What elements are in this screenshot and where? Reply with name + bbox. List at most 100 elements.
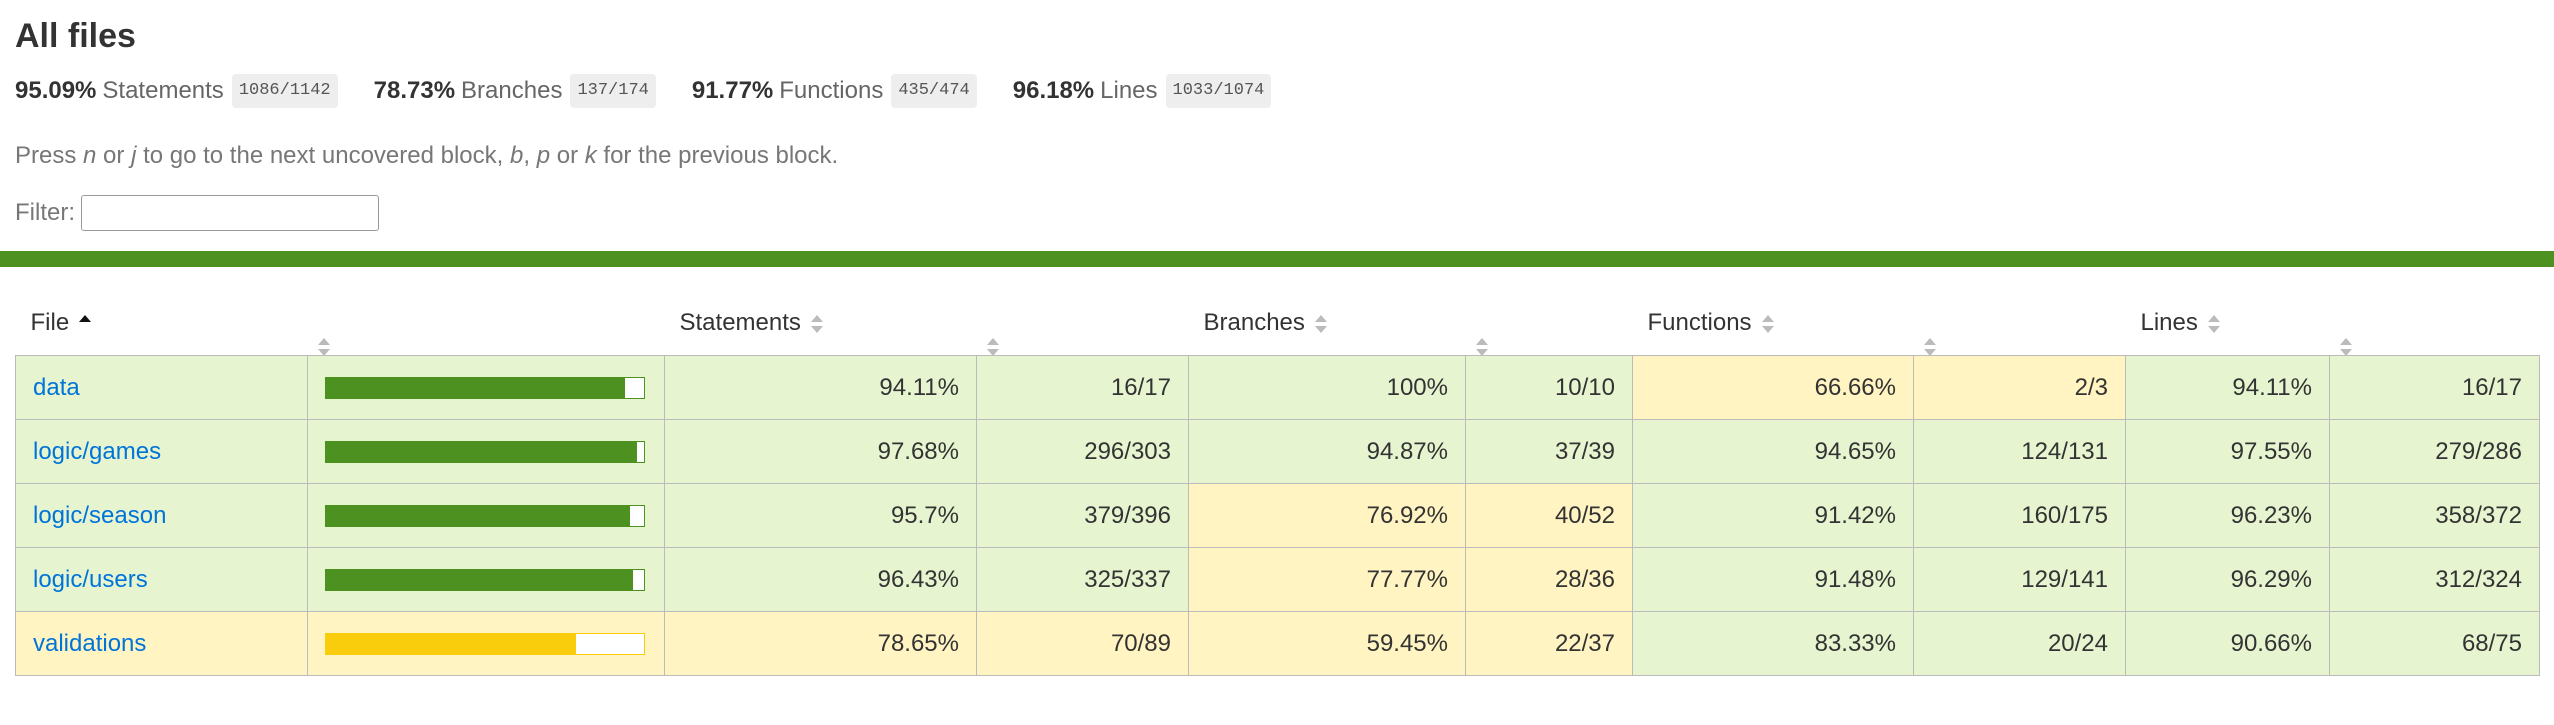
sort-icon — [2207, 314, 2220, 333]
coverage-bar — [325, 568, 645, 591]
summary-pct: 91.77% — [691, 77, 774, 104]
sort-icon — [1314, 314, 1327, 333]
functions-fraction-cell: 129/141 — [1913, 547, 2126, 612]
statements-column-header[interactable]: Statements — [665, 291, 977, 356]
branches-fraction-cell: 37/39 — [1465, 419, 1633, 484]
sort-icon — [1475, 337, 1488, 356]
sort-icon — [810, 314, 823, 333]
lines-pct-cell: 94.11% — [2125, 355, 2330, 420]
coverage-bar-fill — [326, 633, 577, 654]
header-label: Statements — [679, 309, 801, 336]
header-label: Lines — [2140, 309, 2198, 336]
file-link[interactable]: data — [33, 374, 80, 401]
branches-fraction-cell: 22/37 — [1465, 611, 1633, 676]
branches-fraction-cell: 10/10 — [1465, 355, 1633, 420]
hint-key: p — [536, 142, 551, 169]
statements-fraction-cell: 379/396 — [976, 483, 1189, 548]
sort-icon — [986, 337, 999, 356]
statements-fraction-cell: 296/303 — [976, 419, 1189, 484]
functions-pct-cell: 91.42% — [1632, 483, 1914, 548]
coverage-bar-cell — [307, 355, 665, 420]
file-column-header[interactable]: File — [16, 291, 308, 356]
hint-key: n — [83, 142, 97, 169]
branches-column-header[interactable]: Branches — [1189, 291, 1466, 356]
table-row: logic/games 97.68% 296/303 94.87% 37/39 94.65… — [15, 419, 2540, 484]
file-link[interactable]: validations — [33, 630, 146, 657]
coverage-bar-column-header[interactable] — [308, 291, 665, 356]
sort-icon — [317, 337, 330, 356]
statements-fraction-cell: 325/337 — [976, 547, 1189, 612]
coverage-bar — [325, 504, 645, 527]
functions-fraction-column-header[interactable] — [1914, 291, 2126, 356]
sort-icon — [1923, 337, 1936, 356]
functions-column-header[interactable]: Functions — [1633, 291, 1914, 356]
functions-fraction-cell: 160/175 — [1913, 483, 2126, 548]
file-link[interactable]: logic/users — [33, 566, 148, 593]
hint-text: for the previous block. — [596, 142, 839, 169]
lines-fraction-column-header[interactable] — [2330, 291, 2540, 356]
lines-fraction-cell: 279/286 — [2329, 419, 2540, 484]
hint-text: to go to the next uncovered block, — [136, 142, 510, 169]
lines-column-header[interactable]: Lines — [2126, 291, 2330, 356]
coverage-bar-fill — [326, 569, 633, 590]
table-row: data 94.11% 16/17 100% 10/10 66.66% 2/3 94.11% 1… — [15, 355, 2540, 420]
page-title: All files — [15, 17, 136, 55]
table-row: logic/season 95.7% 379/396 76.92% 40/52 91.42… — [15, 483, 2540, 548]
statements-pct-cell: 95.7% — [664, 483, 977, 548]
statements-pct-cell: 78.65% — [664, 611, 977, 676]
table-row: validations 78.65% 70/89 59.45% 22/37 83.33% 2… — [15, 611, 2540, 676]
file-link[interactable]: logic/games — [33, 438, 161, 465]
sort-icon — [1761, 314, 1774, 333]
summary-label: Statements — [102, 77, 224, 104]
summary-label: Functions — [779, 77, 884, 104]
functions-fraction-cell: 2/3 — [1913, 355, 2126, 420]
branches-pct-cell: 59.45% — [1188, 611, 1466, 676]
sort-ascending-icon — [79, 314, 92, 333]
file-cell: validations — [15, 611, 308, 676]
summary-fraction: 435/474 — [891, 74, 977, 108]
functions-pct-cell: 91.48% — [1632, 547, 1914, 612]
file-cell: logic/games — [15, 419, 308, 484]
hint-key: b — [509, 142, 524, 169]
summary-label: Branches — [461, 77, 563, 104]
coverage-bar-cell — [307, 547, 665, 612]
filter-label: Filter: — [15, 199, 75, 226]
summary-pct: 78.73% — [373, 77, 456, 104]
branches-fraction-column-header[interactable] — [1466, 291, 1633, 356]
coverage-table: File Statements Branches Functions Lines… — [15, 291, 2540, 676]
functions-pct-cell: 83.33% — [1632, 611, 1914, 676]
coverage-bar-cell — [307, 483, 665, 548]
hint-text: or — [96, 142, 132, 169]
coverage-bar-cell — [307, 611, 665, 676]
branches-fraction-cell: 40/52 — [1465, 483, 1633, 548]
filter-row: Filter: — [15, 194, 2539, 232]
lines-fraction-cell: 68/75 — [2329, 611, 2540, 676]
coverage-bar-fill — [326, 505, 631, 526]
hint-key: k — [584, 142, 597, 169]
statements-pct-cell: 97.68% — [664, 419, 977, 484]
lines-pct-cell: 96.29% — [2125, 547, 2330, 612]
branches-pct-cell: 100% — [1188, 355, 1466, 420]
statements-fraction-column-header[interactable] — [977, 291, 1189, 356]
lines-fraction-cell: 312/324 — [2329, 547, 2540, 612]
summary-branches: 78.73% Branches 137/174 — [374, 74, 656, 108]
lines-fraction-cell: 358/372 — [2329, 483, 2540, 548]
branches-pct-cell: 76.92% — [1188, 483, 1466, 548]
coverage-bar-fill — [326, 377, 626, 398]
functions-fraction-cell: 20/24 — [1913, 611, 2126, 676]
header-label: File — [30, 309, 70, 336]
summary-pct: 95.09% — [15, 77, 97, 104]
coverage-bar-cell — [307, 419, 665, 484]
table-row: logic/users 96.43% 325/337 77.77% 28/36 91.48… — [15, 547, 2540, 612]
coverage-bar — [325, 440, 645, 463]
lines-pct-cell: 90.66% — [2125, 611, 2330, 676]
functions-pct-cell: 66.66% — [1632, 355, 1914, 420]
summary-statements: 95.09% Statements 1086/1142 — [15, 74, 338, 108]
hint-text: Press — [15, 142, 84, 169]
filter-input[interactable] — [81, 195, 379, 231]
lines-pct-cell: 96.23% — [2125, 483, 2330, 548]
summary-fraction: 1086/1142 — [231, 74, 338, 108]
branches-pct-cell: 94.87% — [1188, 419, 1466, 484]
hint-text: , — [523, 142, 537, 169]
file-link[interactable]: logic/season — [33, 502, 166, 529]
